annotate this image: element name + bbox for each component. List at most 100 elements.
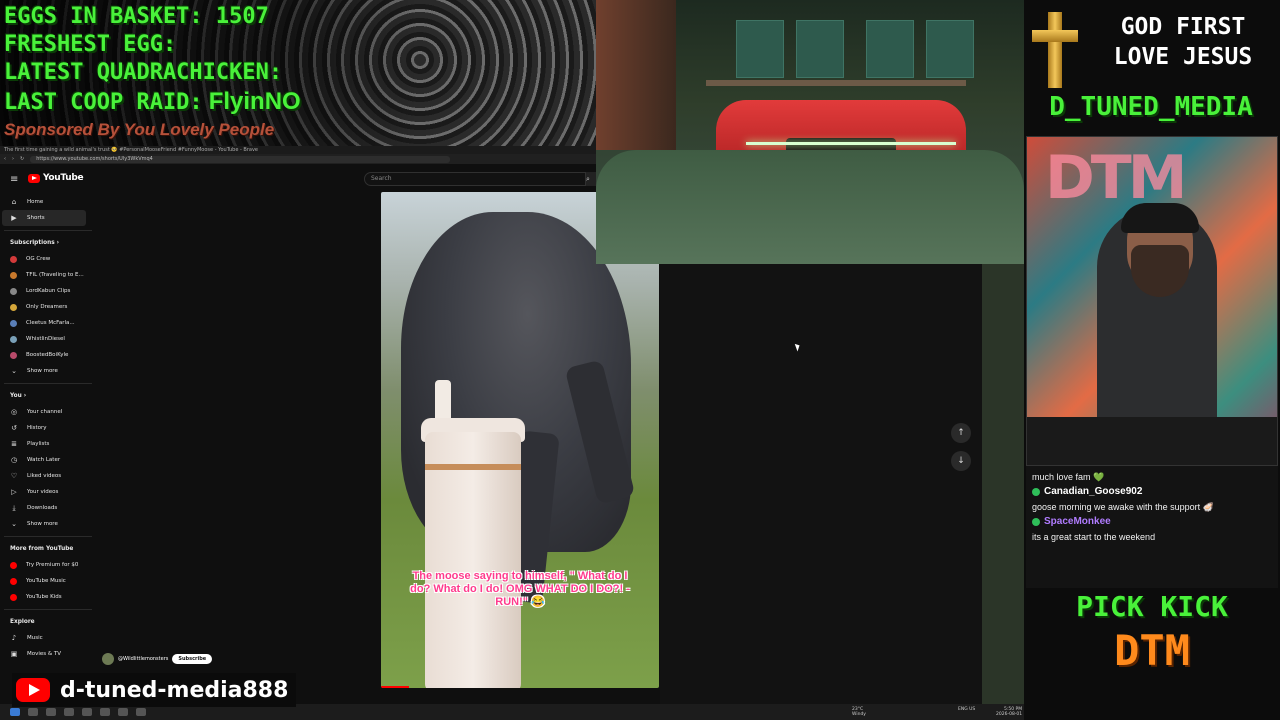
previous-short-button[interactable]: ↑ bbox=[951, 423, 971, 443]
channel-avatar-icon bbox=[10, 303, 17, 311]
subscribe-button[interactable]: Subscribe bbox=[172, 654, 213, 664]
you-heading[interactable]: You › bbox=[0, 388, 96, 404]
sidebar-item-only-dreamers[interactable]: Only Dreamers bbox=[0, 299, 96, 315]
file-explorer-icon[interactable] bbox=[64, 708, 74, 716]
browser-icon[interactable] bbox=[82, 708, 92, 716]
short-caption: The moose saying to himself, " What do I… bbox=[410, 570, 630, 609]
search-icon[interactable] bbox=[28, 708, 38, 716]
sidebar-item-label: Show more bbox=[27, 368, 58, 374]
app-icon[interactable] bbox=[100, 708, 110, 716]
chat-username: Canadian_Goose902 bbox=[1032, 485, 1272, 499]
sidebar-item-music[interactable]: ♪ Music bbox=[0, 630, 96, 646]
more-from-youtube-list: Try Premium for $0 YouTube Music YouTube K… bbox=[0, 557, 96, 605]
tumbler-cup bbox=[425, 432, 521, 688]
sidebar-item-label: Music bbox=[27, 635, 43, 641]
channel-avatar-icon bbox=[10, 287, 17, 295]
chat-username-text: Canadian_Goose902 bbox=[1044, 486, 1143, 497]
video-progress-bar[interactable] bbox=[381, 686, 409, 688]
channel-avatar-icon bbox=[10, 577, 17, 585]
sidebar-item-liked-videos[interactable]: ♡ Liked videos bbox=[0, 468, 96, 484]
sidebar-item-your-videos[interactable]: ▷ Your videos bbox=[0, 484, 96, 500]
sidebar-item-watch-later[interactable]: ◷ Watch Later bbox=[0, 452, 96, 468]
weather-desc: Windy bbox=[852, 712, 866, 717]
explore-heading: Explore bbox=[10, 619, 35, 625]
sidebar-item-cleetus-mcfarla[interactable]: Cleetus McFarla... bbox=[0, 315, 96, 331]
forward-icon[interactable]: › bbox=[12, 156, 14, 162]
short-channel-row: @Wildlittlemonsters Subscribe bbox=[102, 653, 213, 665]
sidebar-item-label: Only Dreamers bbox=[26, 304, 68, 310]
sidebar-item-lordkabun-clips[interactable]: LordKabun Clips bbox=[0, 283, 96, 299]
god-first-text: GOD FIRST bbox=[1120, 14, 1246, 40]
youtube-logo-icon bbox=[16, 678, 50, 702]
movies-icon: ▣ bbox=[10, 650, 18, 658]
sidebar-item-label: Liked videos bbox=[27, 473, 62, 479]
start-icon[interactable] bbox=[10, 708, 20, 716]
channel-name-overlay: d-tuned-media888 bbox=[12, 673, 297, 707]
videos-icon: ▷ bbox=[11, 488, 17, 496]
subscriptions-list: OG Crew TFIL (Traveling to E... LordKabun … bbox=[0, 251, 96, 379]
sidebar-item-shorts[interactable]: ▶ Shorts bbox=[2, 210, 86, 226]
address-bar-row: ‹ › ↻ https://www.youtube.com/shorts/Uly… bbox=[0, 154, 596, 164]
menu-icon[interactable]: ≡ bbox=[10, 174, 18, 185]
language-indicator[interactable]: ENG US bbox=[958, 707, 975, 712]
sponsor-line: Sponsored By You Lovely People bbox=[4, 120, 275, 139]
search-icon[interactable]: ⌕ bbox=[586, 172, 596, 186]
browser-tab[interactable]: The first time gaining a wild animal's t… bbox=[0, 146, 596, 154]
sidebar-item-youtube-music[interactable]: YouTube Music bbox=[0, 573, 96, 589]
channel-avatar-icon bbox=[10, 255, 17, 263]
sidebar-item-tfil-traveling-to-e[interactable]: TFIL (Traveling to E... bbox=[0, 267, 96, 283]
back-icon[interactable]: ‹ bbox=[4, 156, 6, 162]
sidebar-item-downloads[interactable]: ⤓ Downloads bbox=[0, 500, 96, 516]
sidebar-item-your-channel[interactable]: ◎ Your channel bbox=[0, 404, 96, 420]
sidebar-item-history[interactable]: ↺ History bbox=[0, 420, 96, 436]
clock-date: 2026-08-01 bbox=[996, 712, 1023, 717]
sidebar-item-boostedboikyle[interactable]: BoostedBoiKyle bbox=[0, 347, 96, 363]
sidebar-item-try-premium-for-0[interactable]: Try Premium for $0 bbox=[0, 557, 96, 573]
divider bbox=[4, 536, 92, 537]
chat-message: much love fam 💚 bbox=[1032, 472, 1105, 482]
sidebar-item-home[interactable]: ⌂ Home bbox=[0, 194, 96, 210]
you-list: ◎ Your channel ↺ History ≣ Playlists ◷ Watch La… bbox=[0, 404, 96, 532]
sidebar-item-youtube-kids[interactable]: YouTube Kids bbox=[0, 589, 96, 605]
bed bbox=[596, 150, 1024, 264]
love-jesus-text: LOVE JESUS bbox=[1113, 44, 1253, 70]
channel-handle[interactable]: @Wildlittlemonsters bbox=[118, 656, 168, 662]
sidebar-item-show-more[interactable]: ⌄ Show more bbox=[0, 516, 96, 532]
youtube-play-icon bbox=[28, 173, 40, 183]
sidebar-item-label: YouTube Music bbox=[26, 578, 66, 584]
short-video-player[interactable]: The moose saying to himself, " What do I… bbox=[381, 192, 659, 688]
clock[interactable]: 5:50 PM 2026-08-01 bbox=[996, 707, 1022, 717]
next-short-button[interactable]: ↓ bbox=[951, 451, 971, 471]
app-icon[interactable] bbox=[136, 708, 146, 716]
sidebar-item-label: Try Premium for $0 bbox=[26, 562, 79, 568]
sidebar-item-label: Playlists bbox=[27, 441, 50, 447]
sidebar-item-movies-tv[interactable]: ▣ Movies & TV bbox=[0, 646, 96, 662]
app-icon[interactable] bbox=[118, 708, 128, 716]
reload-icon[interactable]: ↻ bbox=[20, 156, 24, 162]
task-view-icon[interactable] bbox=[46, 708, 56, 716]
sidebar-item-og-crew[interactable]: OG Crew bbox=[0, 251, 96, 267]
wall-shelf bbox=[706, 80, 966, 86]
pick-kick-text: PICK KICK bbox=[1076, 590, 1228, 623]
chat-message: goose morning we awake with the support … bbox=[1032, 502, 1214, 512]
youtube-logo-text: YouTube bbox=[43, 173, 84, 183]
sidebar-item-show-more[interactable]: ⌄ Show more bbox=[0, 363, 96, 379]
arrow-up-icon: ↑ bbox=[957, 428, 965, 438]
storage-bin bbox=[736, 20, 784, 78]
channel-avatar-icon bbox=[10, 351, 17, 359]
sidebar-item-playlists[interactable]: ≣ Playlists bbox=[0, 436, 96, 452]
weather-widget[interactable]: 23°C Windy bbox=[852, 707, 866, 717]
subscriptions-heading[interactable]: Subscriptions › bbox=[0, 235, 96, 251]
youtube-logo[interactable]: YouTube bbox=[28, 173, 84, 183]
music-icon: ♪ bbox=[11, 634, 17, 642]
like-icon: ♡ bbox=[10, 472, 18, 480]
channel-avatar-icon bbox=[10, 335, 17, 343]
raid-name: FlyinNO bbox=[208, 88, 301, 115]
channel-avatar[interactable] bbox=[102, 653, 114, 665]
search-input[interactable]: Search bbox=[364, 172, 586, 186]
sidebar-item-whistlindiesel[interactable]: WhistlinDiesel bbox=[0, 331, 96, 347]
channel-avatar-icon bbox=[10, 593, 17, 601]
url-field[interactable]: https://www.youtube.com/shorts/Uly3WkVmq… bbox=[30, 155, 451, 163]
sidebar-item-label: Downloads bbox=[27, 505, 58, 511]
verified-badge-icon bbox=[1032, 518, 1040, 526]
